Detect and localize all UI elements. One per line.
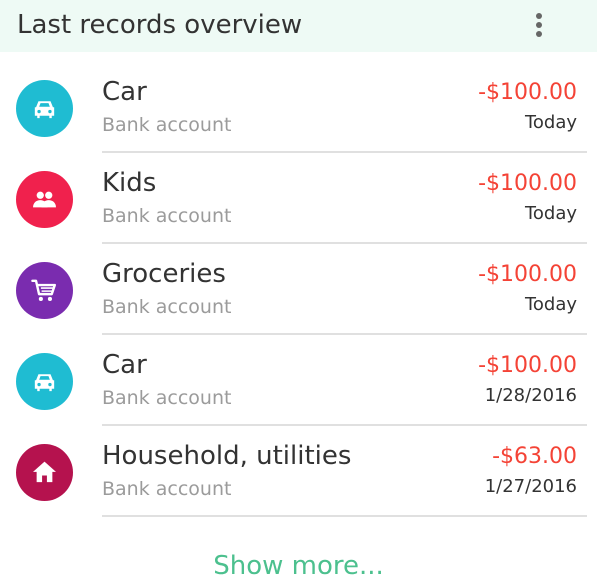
show-more-link[interactable]: Show more... bbox=[0, 548, 597, 584]
record-row[interactable]: Kids Bank account -$100.00 Today bbox=[0, 153, 597, 244]
record-date: Today bbox=[524, 294, 577, 315]
category-avatar bbox=[16, 262, 73, 319]
record-date: 1/28/2016 bbox=[484, 385, 577, 406]
category-avatar bbox=[16, 353, 73, 410]
category-avatar bbox=[16, 80, 73, 137]
record-date: Today bbox=[524, 203, 577, 224]
divider bbox=[102, 515, 587, 517]
kids-icon bbox=[33, 191, 56, 208]
account-name: Bank account bbox=[102, 114, 232, 136]
record-row[interactable]: Household, utilities Bank account -$63.0… bbox=[0, 426, 597, 517]
account-name: Bank account bbox=[102, 296, 232, 318]
house-icon bbox=[33, 461, 56, 483]
category-name: Household, utilities bbox=[102, 441, 352, 471]
category-name: Kids bbox=[102, 168, 157, 198]
category-name: Car bbox=[102, 350, 147, 380]
account-name: Bank account bbox=[102, 205, 232, 227]
record-row[interactable]: Car Bank account -$100.00 1/28/2016 bbox=[0, 335, 597, 426]
category-name: Groceries bbox=[102, 259, 226, 289]
category-avatar bbox=[16, 171, 73, 228]
amount: -$100.00 bbox=[478, 353, 577, 378]
page-title: Last records overview bbox=[17, 10, 303, 40]
shopping-cart-icon bbox=[31, 279, 56, 302]
account-name: Bank account bbox=[102, 387, 232, 409]
amount: -$100.00 bbox=[478, 171, 577, 196]
more-vert-icon bbox=[536, 13, 542, 37]
account-name: Bank account bbox=[102, 478, 232, 500]
record-date: Today bbox=[524, 112, 577, 133]
more-options-button[interactable] bbox=[524, 8, 554, 42]
amount: -$63.00 bbox=[492, 444, 577, 469]
record-row[interactable]: Car Bank account -$100.00 Today bbox=[0, 62, 597, 153]
record-date: 1/27/2016 bbox=[484, 476, 577, 497]
record-row[interactable]: Groceries Bank account -$100.00 Today bbox=[0, 244, 597, 335]
app-header: Last records overview bbox=[0, 0, 597, 52]
car-icon bbox=[34, 101, 55, 119]
amount: -$100.00 bbox=[478, 262, 577, 287]
car-icon bbox=[34, 374, 55, 392]
category-avatar bbox=[16, 444, 73, 501]
amount: -$100.00 bbox=[478, 80, 577, 105]
category-name: Car bbox=[102, 77, 147, 107]
